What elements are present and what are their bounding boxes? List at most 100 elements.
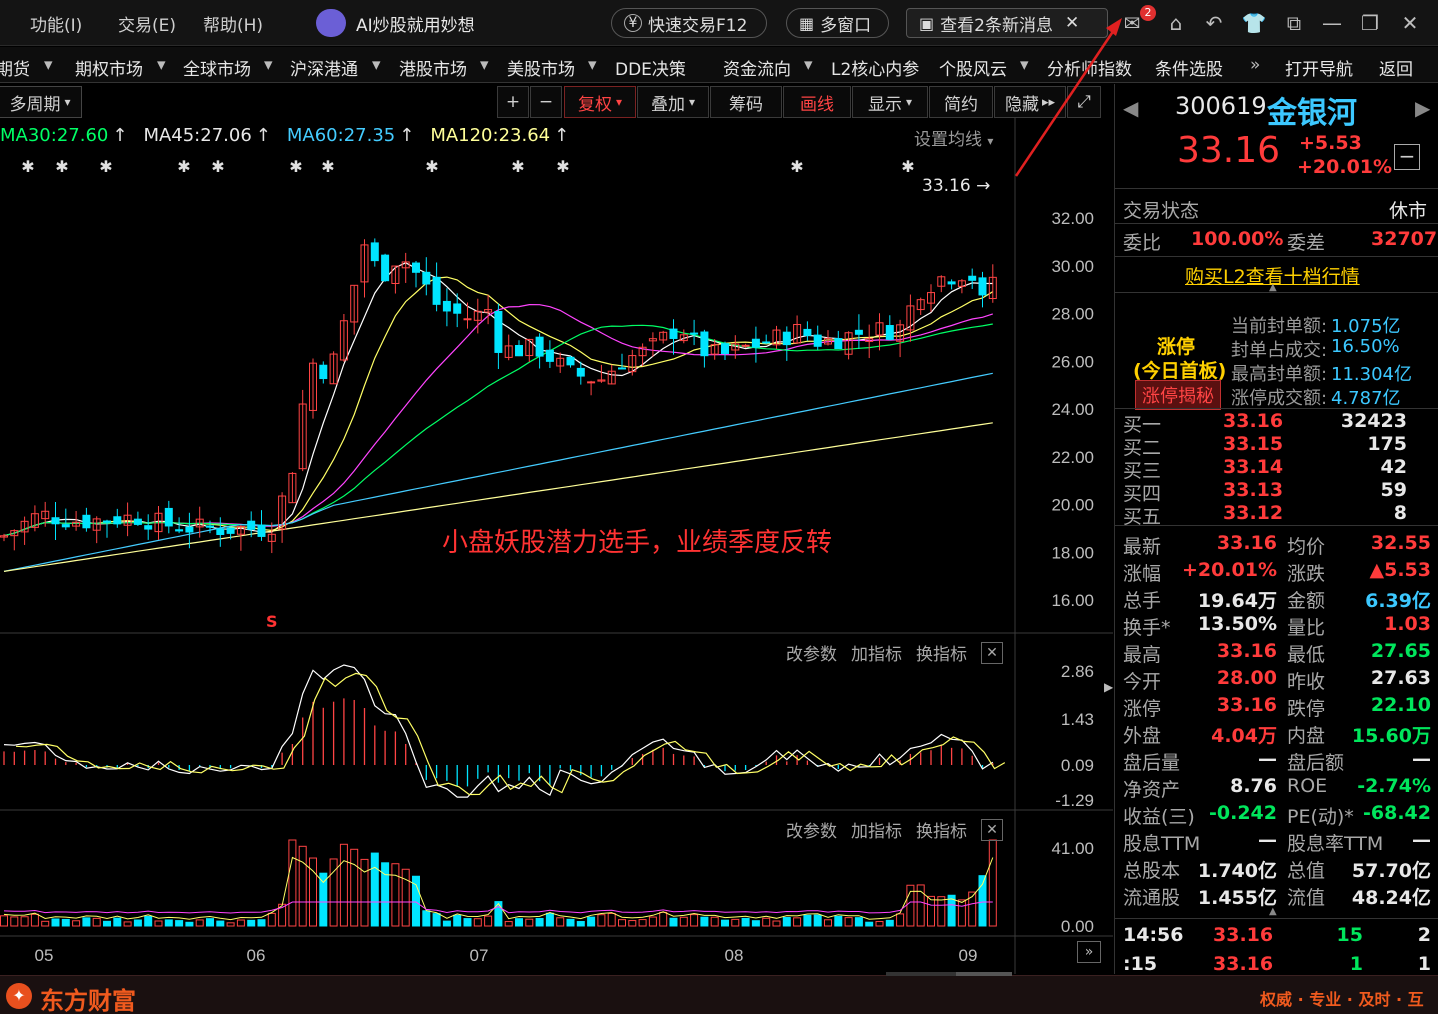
close-icon[interactable]: ✕ <box>981 818 1003 841</box>
nav-dde[interactable]: DDE决策 <box>615 55 686 80</box>
display-button[interactable]: 显示 ▾ <box>852 86 928 118</box>
multi-window-button[interactable]: ▦ 多窗口 <box>786 8 889 38</box>
nav-hk-connect[interactable]: 沪深港通 <box>290 55 358 80</box>
ma120-value: MA120:23.64 <box>430 125 551 146</box>
nav-global[interactable]: 全球市场 <box>183 55 251 80</box>
nav-fund-flow[interactable]: 资金流向 <box>723 55 791 80</box>
bid-row[interactable]: 买一 33.16 32423 <box>1115 410 1438 436</box>
bid-row[interactable]: 买五 33.12 8 <box>1115 502 1438 528</box>
nav-stock-cloud[interactable]: 个股风云 <box>939 55 1007 80</box>
next-stock-icon[interactable]: ▶ <box>1415 96 1430 120</box>
overlay-button[interactable]: 叠加 ▾ <box>637 86 709 118</box>
add-indicator-button[interactable]: 加指标 <box>851 817 902 842</box>
candle-body <box>515 345 523 357</box>
overlay-label: 叠加 <box>650 94 685 115</box>
eastmoney-logo-icon: ✦ <box>6 983 32 1009</box>
bid-price: 33.14 <box>1223 456 1284 478</box>
volume-bar <box>92 917 101 927</box>
restore-icon[interactable]: ❐ <box>1356 10 1384 36</box>
change-params-button[interactable]: 改参数 <box>786 817 837 842</box>
ai-link[interactable]: AI炒股就用妙想 <box>356 11 475 36</box>
ma-settings-link[interactable]: 设置均线 ▾ <box>914 125 993 150</box>
nav-options[interactable]: 期权市场 <box>75 55 143 80</box>
zoom-in-button[interactable]: + <box>497 86 529 118</box>
bid-row[interactable]: 买二 33.15 175 <box>1115 433 1438 459</box>
nav-screener[interactable]: 条件选股 <box>1155 55 1223 80</box>
limit-up-secret-button[interactable]: 涨停揭秘 <box>1135 380 1221 410</box>
switch-indicator-button[interactable]: 换指标 <box>916 817 967 842</box>
ma45-value: MA45:27.06 <box>143 125 252 146</box>
collapse-panel-icon[interactable]: ▶ <box>1104 680 1114 716</box>
chevron-down-icon: ▾ <box>157 55 166 75</box>
skin-icon[interactable]: 👕 <box>1240 10 1268 36</box>
stat-label: 流值 <box>1287 887 1326 909</box>
nav-hk-market[interactable]: 港股市场 <box>399 55 467 80</box>
quick-trade-button[interactable]: ¥ 快速交易F12 <box>611 8 767 38</box>
close-window-icon[interactable]: ✕ <box>1396 10 1424 36</box>
home-icon[interactable]: ⌂ <box>1162 10 1190 36</box>
display-label: 显示 <box>867 94 902 115</box>
stat-value: 32.55 <box>1370 532 1431 554</box>
menu-help[interactable]: 帮助(H) <box>203 11 263 36</box>
ma-legend: MA30:27.60 ↑ MA45:27.06 ↑ MA60:27.35 ↑ M… <box>0 125 569 146</box>
candle-body <box>741 344 750 347</box>
candle-body <box>834 338 843 350</box>
fuquan-button[interactable]: 复权 ▾ <box>564 86 636 118</box>
volume-tick-label: 0.00 <box>1061 917 1094 936</box>
volume-bar <box>350 848 359 927</box>
volume-bar <box>442 920 451 927</box>
volume-bar <box>854 917 863 927</box>
trade-status-value: 休市 <box>1389 200 1428 222</box>
macd-panel <box>3 664 1006 798</box>
bid-row[interactable]: 买三 33.14 42 <box>1115 456 1438 482</box>
ma60-value: MA60:27.35 <box>286 125 396 146</box>
divider <box>1115 292 1438 293</box>
minimize-icon[interactable]: — <box>1318 10 1346 36</box>
volume-bar <box>659 911 668 927</box>
change-params-button[interactable]: 改参数 <box>786 640 837 665</box>
chevron-down-icon: ▾ <box>905 95 913 109</box>
tick-row: 14:56 33.16 15 2 <box>1115 924 1438 953</box>
back-icon[interactable]: ↶ <box>1200 10 1228 36</box>
stat-label: 金额 <box>1287 590 1326 612</box>
chips-button[interactable]: 筹码 <box>710 86 782 118</box>
bid-row[interactable]: 买四 33.13 59 <box>1115 479 1438 505</box>
draw-line-button[interactable]: 画线 <box>783 86 851 118</box>
date-tick-label: 05 <box>35 946 54 965</box>
chevron-down-icon: ▾ <box>804 55 813 75</box>
period-select[interactable]: 多周期 ▾ <box>0 86 82 118</box>
scroll-right-icon[interactable]: » <box>1077 941 1101 963</box>
volume-bar <box>504 921 513 927</box>
scroll-thumb[interactable] <box>886 972 956 976</box>
signal-marker: ✱ <box>211 157 224 176</box>
signal-marker: ✱ <box>790 157 803 176</box>
simple-button[interactable]: 简约 <box>929 86 993 118</box>
nav-open-guide[interactable]: 打开导航 <box>1285 55 1353 80</box>
nav-l2[interactable]: L2核心内参 <box>831 55 919 80</box>
prev-stock-icon[interactable]: ◀ <box>1123 96 1138 120</box>
mini-window-icon[interactable]: ⧉ <box>1280 10 1308 36</box>
stat-value: 48.24亿 <box>1351 887 1431 909</box>
add-indicator-button[interactable]: 加指标 <box>851 640 902 665</box>
zoom-out-button[interactable]: − <box>530 86 562 118</box>
collapse-icon[interactable]: − <box>1394 144 1420 170</box>
bid-volume: 32423 <box>1340 410 1407 432</box>
limit-up-title: 涨停 <box>1157 336 1196 358</box>
switch-indicator-button[interactable]: 换指标 <box>916 640 967 665</box>
market-nav: 期货 ▾ 期权市场 ▾ 全球市场 ▾ 沪深港通 ▾ 港股市场 ▾ 美股市场 ▾ … <box>0 47 1438 83</box>
volume-bar <box>164 919 173 927</box>
menu-function[interactable]: 功能(I) <box>30 11 82 36</box>
close-icon[interactable]: ✕ <box>981 641 1003 664</box>
divider <box>1115 223 1438 224</box>
chevron-up-icon[interactable]: ▲ <box>1269 906 1277 917</box>
stat-value: 33.16 <box>1216 532 1277 554</box>
nav-futures[interactable]: 期货 <box>0 55 30 80</box>
nav-back[interactable]: 返回 <box>1379 55 1413 80</box>
scroll-thumb[interactable] <box>956 972 1012 976</box>
menu-trade[interactable]: 交易(E) <box>118 11 176 36</box>
nav-us-market[interactable]: 美股市场 <box>507 55 575 80</box>
stat-value: 1.455亿 <box>1197 887 1277 909</box>
grid-icon: ▦ <box>799 13 815 33</box>
price-axis: 32.00 30.00 28.00 26.00 24.00 22.00 20.00 18.00… <box>35 209 1094 965</box>
candle-body <box>370 242 379 262</box>
